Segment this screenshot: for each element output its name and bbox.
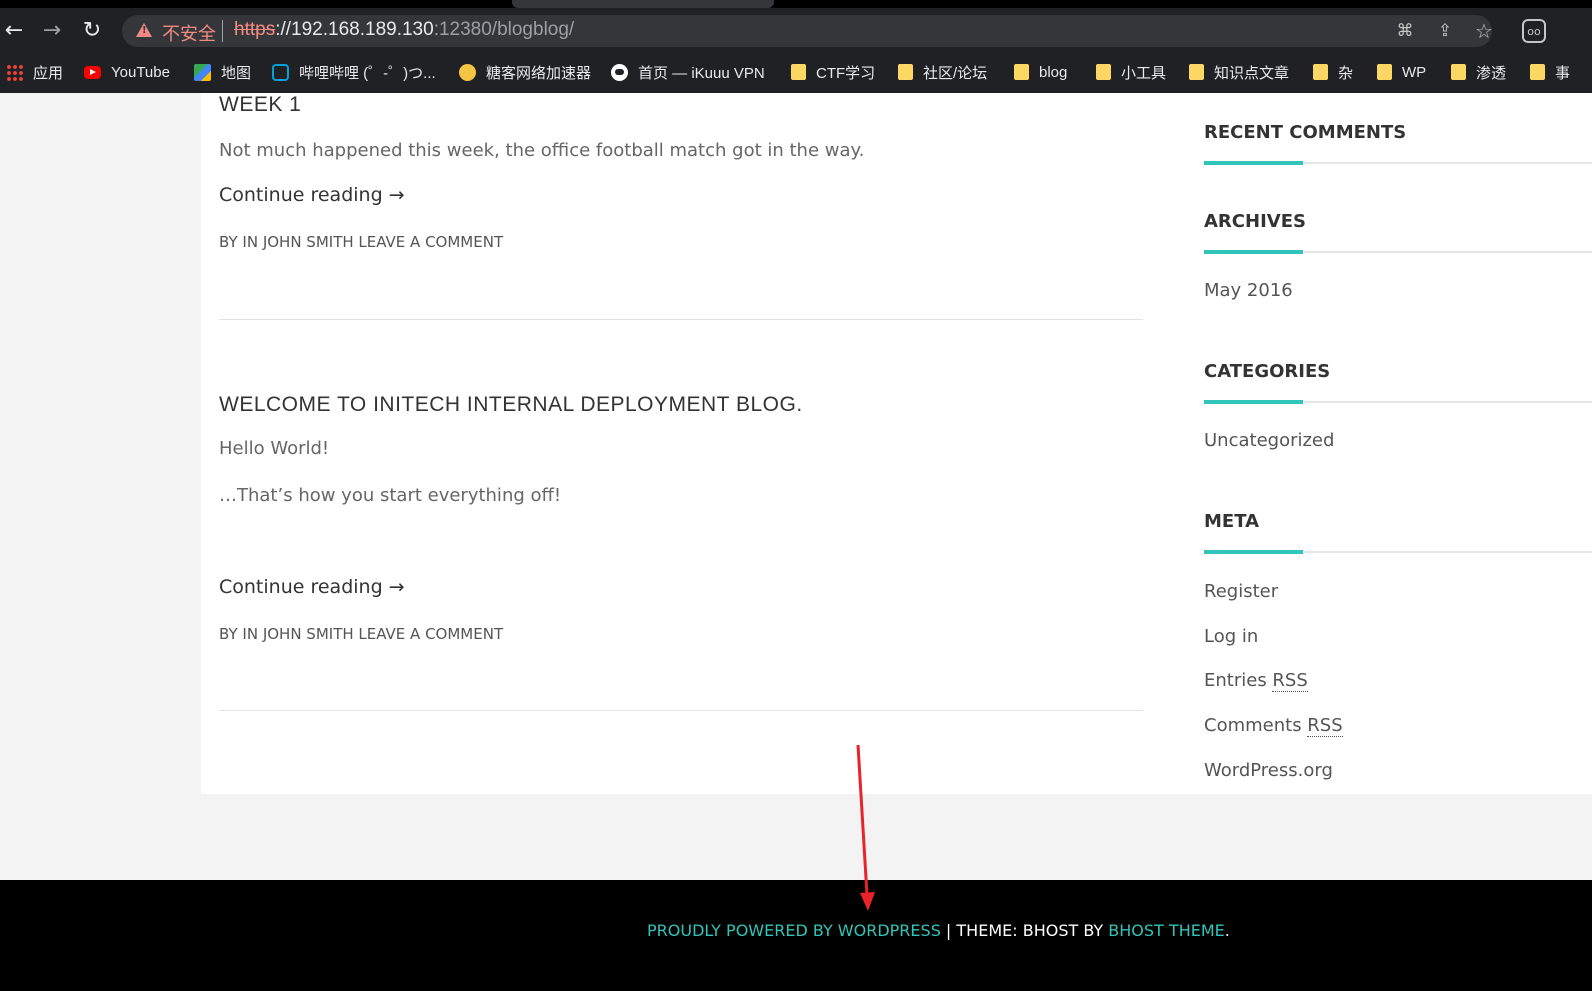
annotation-arrow-icon [856, 744, 875, 911]
